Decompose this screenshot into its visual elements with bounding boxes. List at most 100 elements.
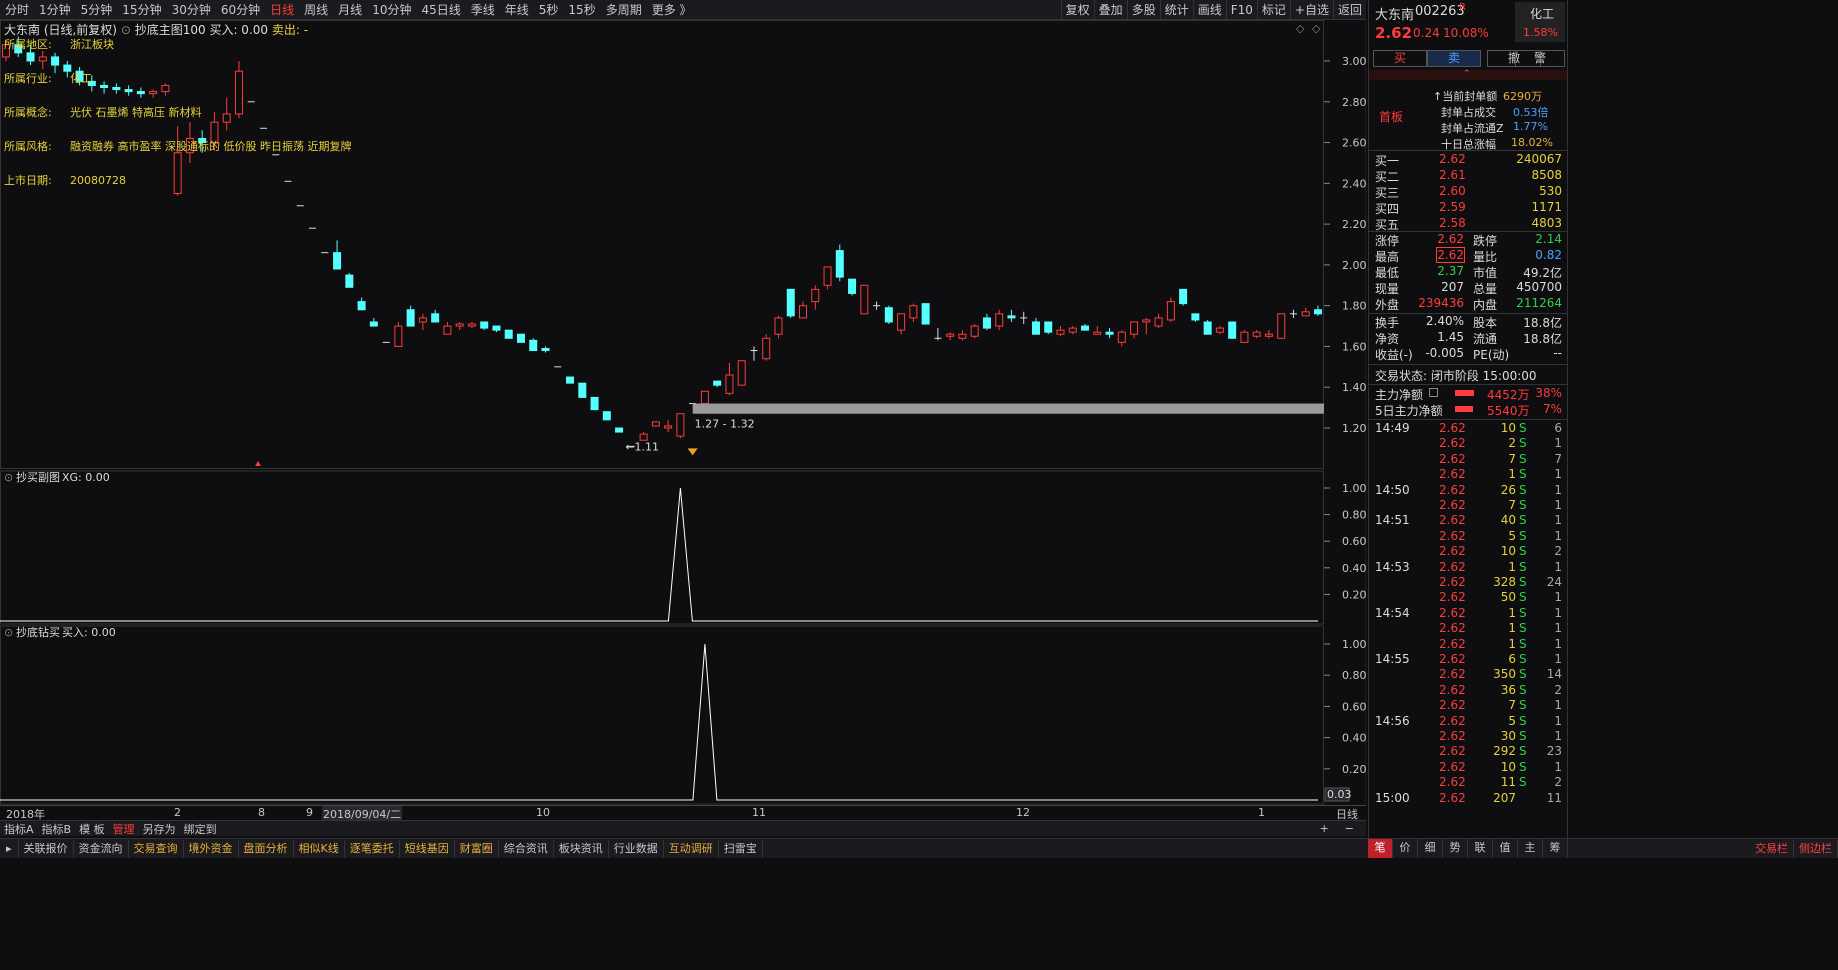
candle[interactable] <box>578 382 587 398</box>
candle[interactable] <box>946 332 955 341</box>
candle[interactable] <box>112 83 121 94</box>
candle[interactable] <box>1117 330 1126 347</box>
panel-bottom-tab[interactable]: 值 <box>1493 839 1518 858</box>
candle[interactable] <box>357 297 366 311</box>
candle[interactable] <box>173 126 182 196</box>
candle[interactable] <box>1264 330 1273 339</box>
panel-bottom-tab[interactable]: 主 <box>1518 839 1543 858</box>
bottom-function-tab[interactable]: 相似K线 <box>294 839 345 858</box>
candle[interactable] <box>1191 313 1200 322</box>
period-tab[interactable]: 45日线 <box>416 0 465 20</box>
candle[interactable] <box>1314 305 1322 316</box>
candle[interactable] <box>811 285 820 310</box>
chart-tool-button[interactable]: 多股 <box>1126 0 1160 20</box>
period-tab[interactable]: 15秒 <box>563 0 600 20</box>
indicator-tab[interactable]: 绑定到 <box>180 821 221 837</box>
bottom-function-tab[interactable]: 短线基因 <box>400 839 455 858</box>
candle[interactable] <box>1228 321 1237 339</box>
candle[interactable] <box>1252 330 1261 339</box>
indicator-tab[interactable]: 另存为 <box>139 821 180 837</box>
period-tab[interactable]: 年线 <box>500 0 534 20</box>
candle[interactable] <box>1203 319 1212 335</box>
candle[interactable] <box>713 380 722 388</box>
bottom-function-tab[interactable]: 板块资讯 <box>554 839 609 858</box>
candle[interactable] <box>676 413 685 439</box>
candle[interactable] <box>982 313 991 331</box>
indicator-tab[interactable]: 管理 <box>109 821 139 837</box>
candle[interactable] <box>1068 326 1077 335</box>
candle[interactable] <box>161 83 170 96</box>
chart-tool-button[interactable]: 统计 <box>1159 0 1193 20</box>
candle[interactable] <box>860 284 869 315</box>
candle[interactable] <box>345 273 354 288</box>
candle[interactable] <box>529 338 538 352</box>
panel-bottom-tab[interactable]: 细 <box>1418 839 1443 858</box>
period-tab[interactable]: 多周期 <box>601 0 647 20</box>
period-tab[interactable]: 10分钟 <box>367 0 416 20</box>
candle[interactable] <box>1142 317 1151 335</box>
panel-bottom-tab[interactable]: 势 <box>1443 839 1468 858</box>
candle[interactable] <box>737 360 746 386</box>
candle[interactable] <box>639 432 648 441</box>
candle[interactable] <box>970 324 979 339</box>
sub2-title[interactable]: 抄底钻买 <box>16 625 60 639</box>
candle[interactable] <box>884 305 893 325</box>
zoom-in-button[interactable]: + <box>1316 822 1333 835</box>
chart-tool-button[interactable]: 叠加 <box>1093 0 1127 20</box>
candle[interactable] <box>602 411 611 421</box>
candle[interactable] <box>504 329 513 339</box>
period-tab[interactable]: 分时 <box>0 0 34 20</box>
candle[interactable] <box>590 396 599 411</box>
period-tab[interactable]: 日线 <box>265 0 299 20</box>
bottom-function-tab[interactable]: 资金流向 <box>74 839 129 858</box>
candle[interactable] <box>873 301 881 310</box>
candle[interactable] <box>333 240 342 270</box>
candle[interactable] <box>1056 326 1065 337</box>
bottom-function-tab[interactable]: 逐笔委托 <box>345 839 400 858</box>
bottom-function-tab[interactable]: 行业数据 <box>609 839 664 858</box>
period-tab[interactable]: 周线 <box>299 0 333 20</box>
candle[interactable] <box>1007 309 1016 322</box>
bottom-function-tab[interactable]: 盘面分析 <box>239 839 294 858</box>
main-indicator-name[interactable]: 抄底主图100 <box>135 23 206 37</box>
candle[interactable] <box>566 376 575 384</box>
period-tab[interactable]: 季线 <box>466 0 500 20</box>
indicator-tab[interactable]: 指标B <box>38 821 76 837</box>
candle[interactable] <box>651 421 660 427</box>
candle[interactable] <box>418 313 427 331</box>
candle[interactable] <box>848 278 857 296</box>
candle[interactable] <box>762 334 771 361</box>
panel-toggle-tab[interactable]: 交易栏 <box>1750 839 1794 858</box>
bottom-function-tab[interactable]: 境外资金 <box>184 839 239 858</box>
candle[interactable] <box>516 333 525 343</box>
candle[interactable] <box>1020 311 1028 325</box>
candle[interactable] <box>1301 307 1310 317</box>
candle[interactable] <box>467 321 476 329</box>
candle[interactable] <box>1240 330 1249 343</box>
panel-toggle-tab[interactable]: 侧边栏 <box>1794 839 1838 858</box>
candle[interactable] <box>995 309 1004 331</box>
chart-tool-button[interactable]: F10 <box>1225 0 1257 20</box>
candle[interactable] <box>1093 326 1102 335</box>
buy-button[interactable]: 买 <box>1373 50 1427 67</box>
bottom-function-tab[interactable]: 综合资讯 <box>499 839 554 858</box>
candle[interactable] <box>1031 317 1040 335</box>
candle[interactable] <box>1081 324 1090 331</box>
bottom-function-tab[interactable]: 互动调研 <box>664 839 719 858</box>
panel-bottom-tab[interactable]: 价 <box>1393 839 1418 858</box>
candle[interactable] <box>725 362 734 396</box>
bottom-function-tab[interactable]: 交易查询 <box>129 839 184 858</box>
candle[interactable] <box>774 315 783 339</box>
period-tab[interactable]: 30分钟 <box>167 0 216 20</box>
candle[interactable] <box>234 61 243 119</box>
alert-button[interactable]: 警 <box>1515 50 1565 67</box>
candle[interactable] <box>136 87 145 98</box>
bottom-function-tab[interactable]: 关联报价 <box>19 839 74 858</box>
candle[interactable] <box>1154 313 1163 329</box>
candle[interactable] <box>406 305 415 327</box>
period-tab[interactable]: 5秒 <box>534 0 564 20</box>
bottom-function-tab[interactable]: 扫雷宝 <box>719 839 763 858</box>
panel-bottom-tab[interactable]: 筹 <box>1543 839 1568 858</box>
flow-info-icon[interactable] <box>1429 388 1438 397</box>
candle[interactable] <box>823 266 832 290</box>
